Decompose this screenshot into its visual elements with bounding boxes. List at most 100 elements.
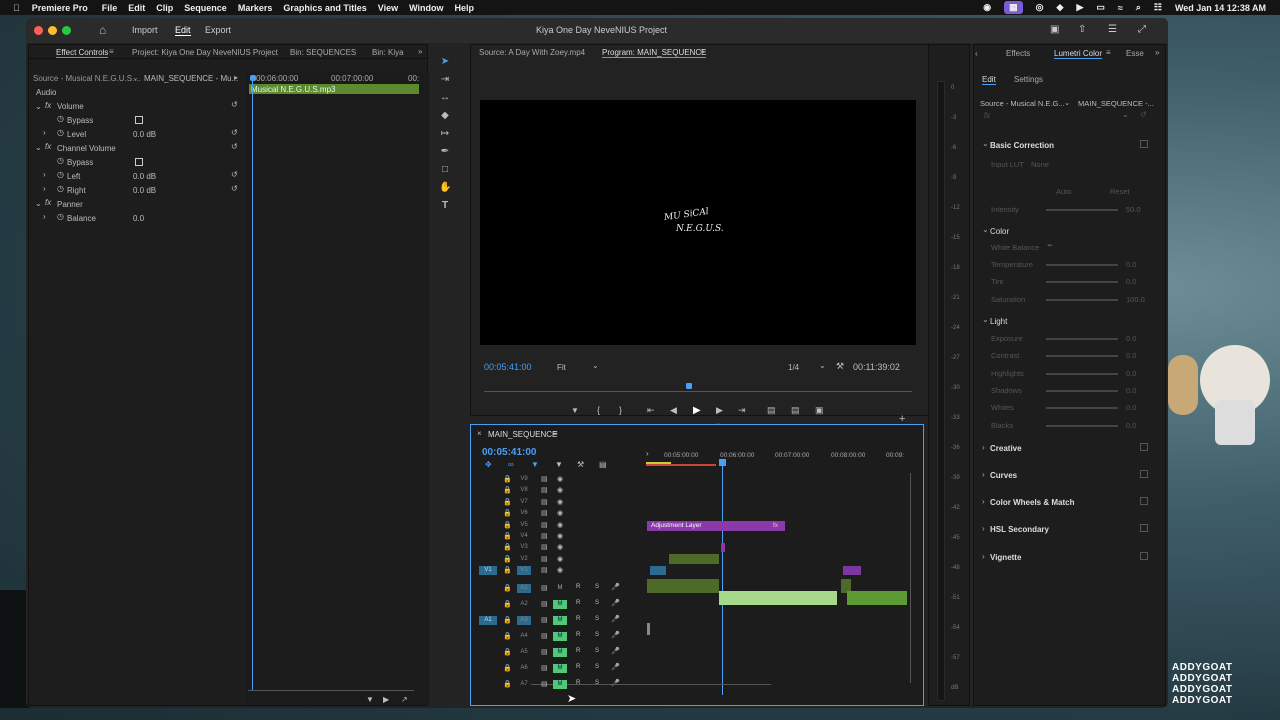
selection-tool-icon[interactable]: ➤ [439, 56, 451, 68]
slider-value[interactable]: 0.0 [1126, 421, 1136, 430]
track-name[interactable]: V1 [517, 566, 531, 576]
section-curves[interactable]: Curves [990, 471, 1017, 480]
section-vignette[interactable]: Vignette [990, 553, 1021, 562]
stopwatch-icon[interactable]: ◷ [57, 212, 64, 221]
tab-bin-sequences[interactable]: Bin: SEQUENCES [290, 48, 356, 57]
export-icon[interactable]: ↗ [401, 695, 408, 704]
slider-value[interactable]: 0.0 [1126, 260, 1136, 269]
stopwatch-icon[interactable]: ◷ [57, 128, 64, 137]
eye-icon[interactable]: ◉ [557, 498, 563, 506]
mute-button[interactable]: M [553, 584, 567, 593]
marker-icon[interactable]: ▼ [555, 460, 563, 469]
track-name[interactable]: V6 [517, 509, 531, 518]
left-value[interactable]: 0.0 dB [133, 172, 156, 181]
solo-button[interactable]: S [595, 616, 599, 622]
play-only-icon[interactable]: ▸ [234, 73, 238, 82]
menu-markers[interactable]: Markers [238, 3, 273, 13]
status-icon-4[interactable]: ▶ [1076, 2, 1083, 13]
slider-value[interactable]: 0.0 [1126, 403, 1136, 412]
tab-source[interactable]: Source: A Day With Zoey.mp4 [479, 48, 585, 57]
track-name[interactable]: V8 [517, 486, 531, 495]
menu-sequence[interactable]: Sequence [184, 3, 227, 13]
home-icon[interactable]: ⌂ [99, 23, 106, 37]
vignette-checkbox[interactable] [1140, 552, 1148, 560]
curves-checkbox[interactable] [1140, 470, 1148, 478]
solo-icon[interactable]: ▶ [383, 695, 389, 704]
status-icon-1[interactable]: ◉ [983, 2, 991, 13]
balance-value[interactable]: 0.0 [133, 214, 144, 223]
expand-panner-icon[interactable]: ⌄ [35, 199, 42, 208]
slider-track[interactable] [1046, 281, 1118, 284]
more-tabs-icon[interactable]: » [418, 47, 422, 56]
pen-tool-icon[interactable]: ✒ [439, 146, 451, 158]
track-name[interactable]: A5 [517, 648, 531, 657]
slider-track[interactable] [1046, 424, 1118, 427]
monitor-scrubber[interactable] [484, 391, 912, 392]
panel-nav-left-icon[interactable]: ‹ [975, 49, 978, 58]
solo-button[interactable]: S [595, 584, 599, 590]
zoom-scroll[interactable] [248, 690, 414, 691]
right-value[interactable]: 0.0 dB [133, 186, 156, 195]
snap-icon[interactable]: ✥ [485, 460, 492, 469]
slip-tool-icon[interactable]: ↦ [439, 128, 451, 140]
solo-button[interactable]: S [595, 664, 599, 670]
stopwatch-icon[interactable]: ◷ [57, 114, 64, 123]
lock-icon[interactable]: 🔒 [503, 664, 512, 672]
auto-button[interactable]: Auto [1056, 187, 1071, 196]
slider-track[interactable] [1046, 407, 1118, 410]
lock-icon[interactable]: 🔒 [503, 532, 512, 540]
export-frame-icon[interactable]: ▣ [815, 405, 824, 416]
subtab-edit[interactable]: Edit [982, 75, 996, 85]
step-back-icon[interactable]: ◀ [670, 405, 677, 416]
expand-curves-icon[interactable]: › [982, 470, 985, 479]
lock-icon[interactable]: 🔒 [503, 498, 512, 506]
reset-icon[interactable]: ↺ [231, 184, 238, 193]
stopwatch-icon[interactable]: ◷ [57, 170, 64, 179]
tab-program-menu-icon[interactable]: ≡ [700, 47, 705, 56]
sync-lock-icon[interactable]: ▤ [541, 486, 548, 494]
expand-balance-icon[interactable]: › [43, 212, 46, 221]
step-forward-icon[interactable]: ▶ [716, 405, 723, 416]
expand-wheels-icon[interactable]: › [982, 497, 985, 506]
sync-lock-icon[interactable]: ▤ [541, 566, 548, 574]
sync-lock-icon[interactable]: ▤ [541, 543, 548, 551]
adjustment-layer-clip[interactable]: Adjustment Layer fx [647, 521, 785, 531]
solo-button[interactable]: S [595, 632, 599, 638]
tab-effect-controls-menu-icon[interactable]: ≡ [109, 47, 114, 56]
work-area-bar-yellow[interactable] [646, 462, 671, 464]
lift-icon[interactable]: ▤ [767, 405, 776, 416]
sync-lock-icon[interactable]: ▤ [541, 555, 548, 563]
lumetri-source-label[interactable]: Source - Musical N.E.G... [980, 99, 1065, 108]
eye-icon[interactable]: ◉ [557, 509, 563, 517]
wifi-icon[interactable]: ≈ [1118, 3, 1123, 13]
expand-right-icon[interactable]: › [43, 184, 46, 193]
spotlight-search-icon[interactable]: ⌕ [1136, 2, 1141, 13]
expand-hsl-icon[interactable]: › [982, 524, 985, 533]
reset-icon[interactable]: ↺ [231, 142, 238, 151]
sync-lock-icon[interactable]: ▤ [541, 521, 548, 529]
scrubber-playhead[interactable] [686, 383, 692, 389]
close-sequence-icon[interactable]: × [477, 429, 482, 438]
fullscreen-icon[interactable]: ⤢ [1138, 24, 1146, 35]
apple-icon[interactable]:  [13, 3, 20, 13]
chevron-down-icon[interactable]: ⌄ [1122, 110, 1129, 119]
vertical-scroll[interactable] [910, 473, 911, 683]
v1-clip-b[interactable] [843, 566, 861, 575]
lock-icon[interactable]: 🔒 [503, 555, 512, 563]
record-button[interactable]: R [576, 632, 580, 638]
chevron-down-icon[interactable]: ⌄ [132, 73, 139, 82]
workspace-edit[interactable]: Edit [175, 25, 191, 36]
playhead-line[interactable] [252, 80, 253, 690]
chevron-down-icon[interactable]: ⌄ [592, 361, 599, 370]
microphone-icon[interactable]: 🎤 [611, 663, 620, 671]
mute-button[interactable]: M [553, 631, 567, 641]
go-to-in-icon[interactable]: ⇤ [647, 405, 655, 416]
section-basic-correction[interactable]: Basic Correction [990, 141, 1054, 150]
level-value[interactable]: 0.0 dB [133, 130, 156, 139]
record-button[interactable]: R [576, 680, 580, 686]
eyedropper-icon[interactable]: ✒ [1047, 241, 1053, 250]
menu-file[interactable]: File [102, 3, 118, 13]
playhead-timecode[interactable]: 00:05:41:00 [484, 362, 532, 372]
expand-volume-icon[interactable]: ⌄ [35, 102, 42, 111]
sequence-menu-icon[interactable]: ≡ [553, 429, 558, 438]
